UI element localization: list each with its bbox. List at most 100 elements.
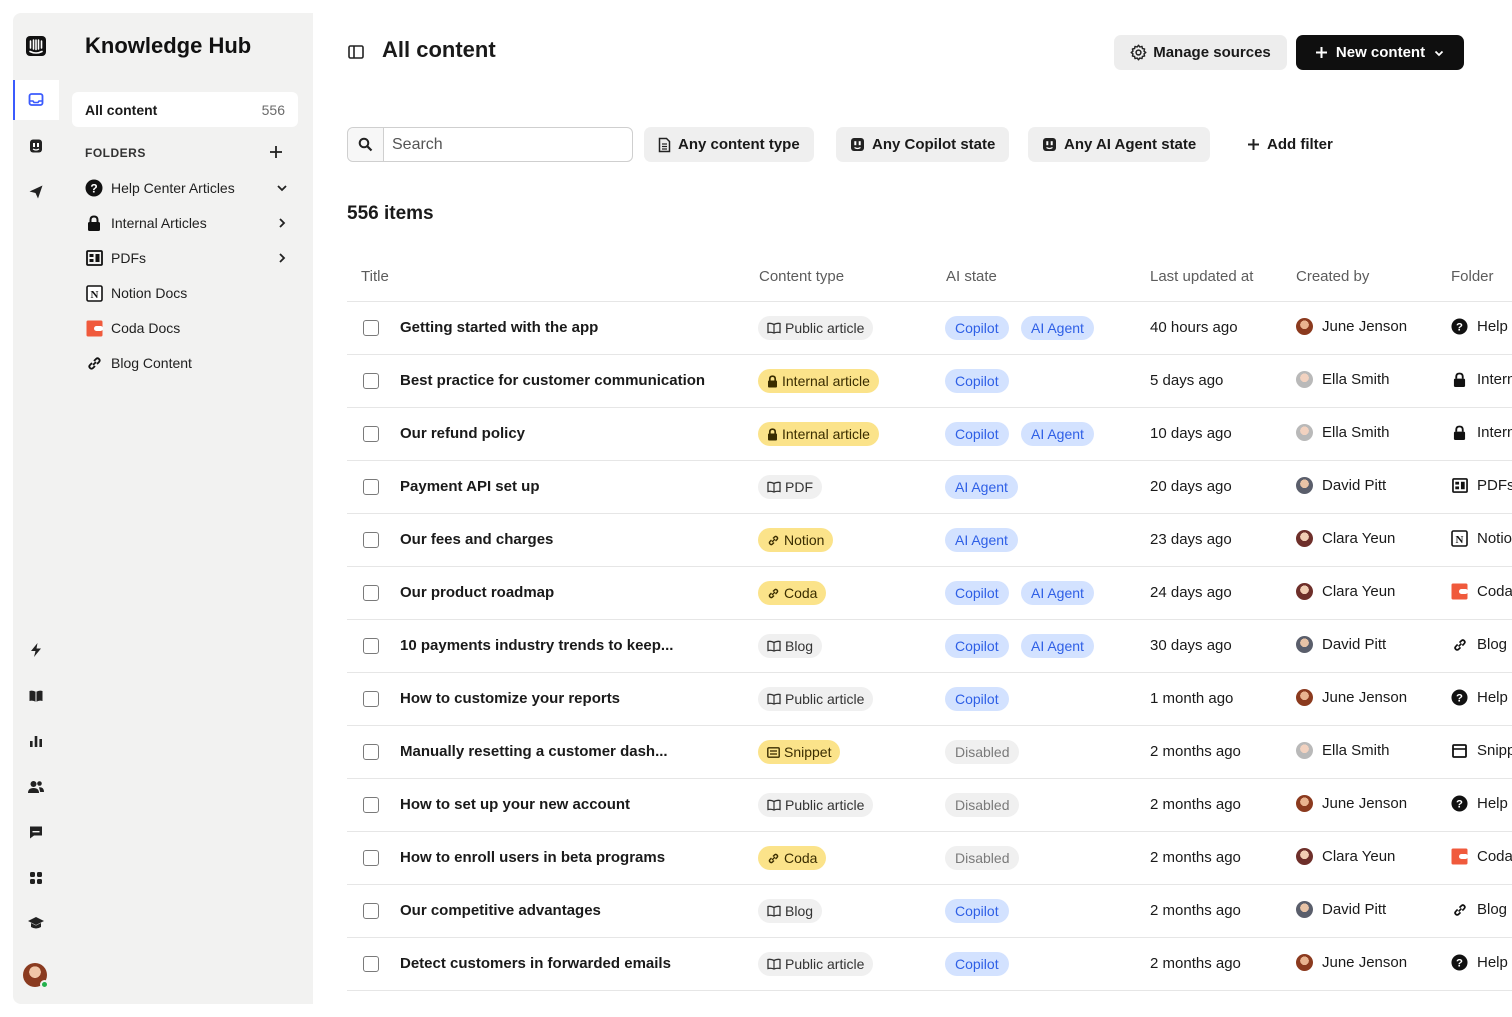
folder-cell[interactable]: Snippets	[1451, 742, 1512, 759]
chevron-right-icon[interactable]	[275, 216, 289, 230]
folder-cell[interactable]: ? Help Center Articles	[1451, 954, 1512, 971]
all-content-count: 556	[261, 101, 285, 118]
lightning-icon[interactable]	[13, 630, 59, 670]
folder-cell[interactable]: Internal Articles	[1451, 371, 1512, 388]
new-content-button[interactable]: New content	[1296, 35, 1464, 70]
folder-cell[interactable]: Blog Content	[1451, 901, 1512, 918]
folder-cell[interactable]: Coda Docs	[1451, 848, 1512, 865]
row-checkbox[interactable]	[363, 744, 379, 760]
add-filter-button[interactable]: Add filter	[1247, 127, 1333, 162]
folder-cell[interactable]: ? Help Center Articles	[1451, 318, 1512, 335]
table-row[interactable]: How to customize your reports Public arti…	[347, 673, 1512, 726]
row-checkbox[interactable]	[363, 426, 379, 442]
sidebar-item-coda-docs[interactable]: Coda Docs	[85, 316, 289, 340]
row-checkbox[interactable]	[363, 532, 379, 548]
table-row[interactable]: Payment API set up PDF AI Agent 20 days ago…	[347, 461, 1512, 514]
content-type-filter[interactable]: Any content type	[644, 127, 814, 162]
table-row[interactable]: How to enroll users in beta programs Coda…	[347, 832, 1512, 885]
row-title[interactable]: How to customize your reports	[400, 690, 620, 707]
row-checkbox[interactable]	[363, 638, 379, 654]
folder-cell[interactable]: PDFs	[1451, 477, 1512, 494]
table-row[interactable]: Our refund policy Internal article Copilot…	[347, 408, 1512, 461]
row-title[interactable]: Detect customers in forwarded emails	[400, 955, 671, 972]
row-title[interactable]: Our refund policy	[400, 425, 525, 442]
inbox-icon[interactable]	[13, 80, 59, 120]
book-icon	[767, 481, 781, 493]
sidebar-item-internal-articles[interactable]: Internal Articles	[85, 211, 289, 235]
sidebar-item-pdfs[interactable]: PDFs	[85, 246, 289, 270]
sidebar-item-all-content[interactable]: All content 556	[72, 92, 298, 127]
ai-agent-state-filter-label: Any AI Agent state	[1064, 136, 1197, 153]
row-checkbox[interactable]	[363, 373, 379, 389]
table-row[interactable]: Our product roadmap Coda Copilot AI Agent 24…	[347, 567, 1512, 620]
ai-agent-state-filter[interactable]: Any AI Agent state	[1028, 127, 1211, 162]
table-row[interactable]: How to set up your new account Public art…	[347, 779, 1512, 832]
column-header-created-by[interactable]: Created by	[1296, 268, 1369, 285]
row-checkbox[interactable]	[363, 956, 379, 972]
sidebar-toggle-icon[interactable]	[348, 45, 364, 59]
row-checkbox[interactable]	[363, 479, 379, 495]
row-title[interactable]: 10 payments industry trends to keep...	[400, 637, 673, 654]
search-box	[347, 127, 633, 162]
reports-chart-icon[interactable]	[13, 721, 59, 761]
sidebar-item-help-center-articles[interactable]: ? Help Center Articles	[85, 176, 289, 200]
row-checkbox[interactable]	[363, 585, 379, 601]
table-row[interactable]: Best practice for customer communication…	[347, 355, 1512, 408]
app-logo-icon[interactable]	[13, 26, 59, 66]
row-title[interactable]: How to set up your new account	[400, 796, 630, 813]
row-title[interactable]: Manually resetting a customer dash...	[400, 743, 668, 760]
contacts-people-icon[interactable]	[13, 767, 59, 807]
table-row[interactable]: 10 payments industry trends to keep... Bl…	[347, 620, 1512, 673]
lock-icon	[767, 427, 778, 441]
sidebar-item-blog-content[interactable]: Blog Content	[85, 351, 289, 375]
row-checkbox[interactable]	[363, 691, 379, 707]
manage-sources-button[interactable]: Manage sources	[1114, 35, 1287, 70]
outbound-send-icon[interactable]	[13, 172, 59, 212]
chevron-right-icon[interactable]	[275, 251, 289, 265]
coda-icon	[85, 319, 103, 337]
sidebar-item-notion-docs[interactable]: N Notion Docs	[85, 281, 289, 305]
column-header-content-type[interactable]: Content type	[759, 268, 844, 285]
row-title[interactable]: Payment API set up	[400, 478, 539, 495]
folder-cell[interactable]: N Notion Docs	[1451, 530, 1512, 547]
row-checkbox[interactable]	[363, 903, 379, 919]
user-avatar[interactable]	[23, 963, 49, 989]
copilot-state-filter[interactable]: Any Copilot state	[836, 127, 1010, 162]
chevron-down-icon[interactable]	[275, 181, 289, 195]
row-title[interactable]: Getting started with the app	[400, 319, 598, 336]
add-folder-icon[interactable]	[267, 143, 285, 161]
row-title[interactable]: Our competitive advantages	[400, 902, 601, 919]
table-row[interactable]: Manually resetting a customer dash... Sni…	[347, 726, 1512, 779]
knowledge-book-icon[interactable]	[13, 676, 59, 716]
row-title[interactable]: Best practice for customer communication	[400, 372, 705, 389]
academy-cap-icon[interactable]	[13, 903, 59, 943]
row-checkbox[interactable]	[363, 850, 379, 866]
folder-cell[interactable]: Blog Content	[1451, 636, 1512, 653]
column-header-ai-state[interactable]: AI state	[946, 268, 997, 285]
apps-grid-icon[interactable]	[13, 858, 59, 898]
column-header-folder[interactable]: Folder	[1451, 268, 1494, 285]
row-title[interactable]: Our product roadmap	[400, 584, 554, 601]
table-row[interactable]: Detect customers in forwarded emails Publ…	[347, 938, 1512, 991]
search-input[interactable]	[384, 135, 624, 154]
fin-bot-icon[interactable]	[13, 126, 59, 166]
table-row[interactable]: Our competitive advantages Blog Copilot 2 m…	[347, 885, 1512, 938]
table-row[interactable]: Our fees and charges Notion AI Agent 23 day…	[347, 514, 1512, 567]
table-row[interactable]: Getting started with the app Public artic…	[347, 302, 1512, 355]
row-title[interactable]: Our fees and charges	[400, 531, 553, 548]
sidebar-item-label: Internal Articles	[111, 215, 207, 231]
folder-cell[interactable]: ? Help Center Articles	[1451, 689, 1512, 706]
folder-cell[interactable]: ? Help Center Articles	[1451, 795, 1512, 812]
column-header-last-updated[interactable]: Last updated at	[1150, 268, 1253, 285]
ai-state-badge: Copilot	[945, 634, 1009, 658]
fin-bot-icon	[851, 138, 864, 151]
pdf-icon	[85, 249, 103, 267]
row-checkbox[interactable]	[363, 320, 379, 336]
folder-cell[interactable]: Internal Articles	[1451, 424, 1512, 441]
content-type-label: Public article	[785, 797, 865, 813]
column-header-title[interactable]: Title	[361, 268, 389, 285]
folder-cell[interactable]: Coda Docs	[1451, 583, 1512, 600]
messenger-icon[interactable]	[13, 812, 59, 852]
row-title[interactable]: How to enroll users in beta programs	[400, 849, 665, 866]
row-checkbox[interactable]	[363, 797, 379, 813]
